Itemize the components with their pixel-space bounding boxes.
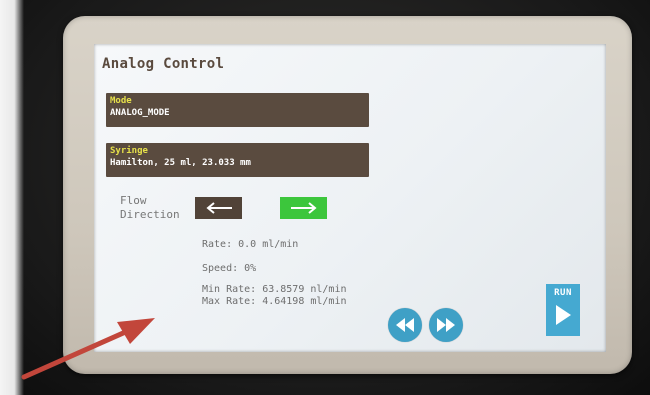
pointer-arrow-icon bbox=[21, 318, 155, 380]
